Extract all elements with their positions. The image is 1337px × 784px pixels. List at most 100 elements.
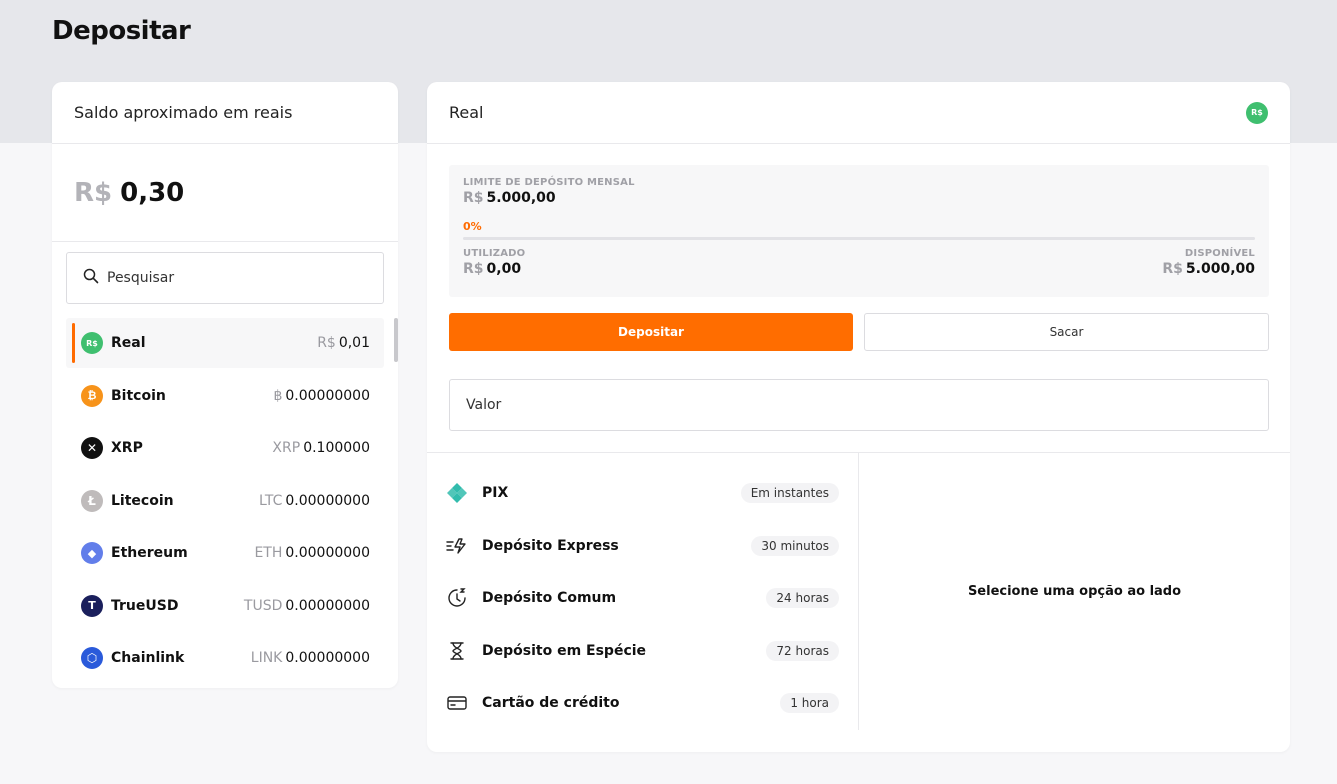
method-time-badge: 1 hora — [780, 693, 839, 714]
used-amount: 0,00 — [486, 261, 522, 277]
coin-row-chainlink[interactable]: ⬡ Chainlink LINK 0.00000000 — [66, 633, 384, 683]
page-title: Depositar — [52, 16, 191, 46]
real-icon: R$ — [1246, 101, 1268, 124]
method-credit-card[interactable]: Cartão de crédito 1 hora — [445, 677, 839, 730]
coin-balance: TUSD 0.00000000 — [244, 598, 370, 614]
limit-summary: UTILIZADO R$ 0,00 DISPONÍVEL R$ 5.000,00 — [463, 248, 1255, 277]
coin-amount: 0.00000000 — [285, 597, 370, 614]
coin-symbol: XRP — [272, 440, 301, 456]
method-time-badge: 72 horas — [766, 640, 839, 661]
coin-symbol: ETH — [254, 545, 283, 561]
available-symbol: R$ — [1162, 261, 1183, 277]
coin-amount: 0,01 — [338, 335, 370, 351]
coin-symbol: LTC — [258, 492, 283, 509]
coin-amount: 0.00000000 — [285, 545, 370, 561]
limit-symbol: R$ — [463, 190, 484, 206]
available-label: DISPONÍVEL — [1184, 248, 1255, 259]
coin-list-scrollbar[interactable] — [394, 318, 398, 362]
express-icon — [445, 534, 469, 558]
balance-currency: R$ — [74, 177, 113, 208]
method-pix[interactable]: PIX Em instantes — [445, 467, 839, 520]
limit-label: LIMITE DE DEPÓSITO MENSAL — [463, 177, 635, 188]
coin-list: R$ Real R$ 0,01 ₿ Bitcoin ฿ 0.00000000 ✕ X… — [66, 318, 384, 686]
used-block: UTILIZADO R$ 0,00 — [463, 248, 525, 277]
search-icon — [83, 268, 99, 288]
limit-amount: 5.000,00 — [486, 190, 556, 206]
balance-card-header: Saldo aproximado em reais — [52, 82, 398, 144]
used-label: UTILIZADO — [463, 248, 526, 259]
coin-row-trueusd[interactable]: T TrueUSD TUSD 0.00000000 — [66, 581, 384, 631]
coin-row-ethereum[interactable]: ◆ Ethereum ETH 0.00000000 — [66, 528, 384, 578]
available-amount: 5.000,00 — [1185, 261, 1255, 277]
available-block: DISPONÍVEL R$ 5.000,00 — [1162, 248, 1255, 277]
search-input[interactable] — [107, 270, 367, 286]
coin-row-bitcoin[interactable]: ₿ Bitcoin ฿ 0.00000000 — [66, 371, 384, 421]
limit-percent: 0% — [463, 220, 482, 233]
method-name: Cartão de crédito — [482, 695, 620, 712]
available-value: R$ 5.000,00 — [1162, 261, 1255, 277]
method-especie[interactable]: Depósito em Espécie 72 horas — [445, 625, 839, 678]
limit-progress-bar — [463, 237, 1255, 240]
method-express[interactable]: Depósito Express 30 minutos — [445, 520, 839, 573]
trueusd-icon: T — [81, 594, 103, 617]
coin-balance: XRP 0.100000 — [272, 440, 370, 456]
coin-balance: R$ 0,01 — [317, 335, 370, 351]
credit-card-icon — [445, 691, 469, 715]
chainlink-icon: ⬡ — [81, 647, 103, 669]
coin-symbol: ฿ — [273, 387, 283, 404]
used-value: R$ 0,00 — [463, 261, 525, 277]
search-field[interactable] — [66, 252, 384, 304]
coin-amount: 0.100000 — [303, 440, 370, 456]
coin-symbol: LINK — [250, 650, 283, 666]
clock-icon — [445, 586, 469, 610]
total-balance: R$ 0,30 — [52, 144, 398, 242]
method-time-badge: 30 minutos — [751, 535, 839, 556]
pix-icon — [445, 481, 469, 505]
real-icon: R$ — [81, 332, 103, 354]
select-option-message: Selecione uma opção ao lado — [967, 584, 1182, 599]
method-name: PIX — [482, 485, 509, 502]
amount-input[interactable] — [466, 397, 1246, 413]
coin-row-real[interactable]: R$ Real R$ 0,01 — [66, 318, 384, 368]
coin-balance: LINK 0.00000000 — [251, 650, 370, 666]
coin-symbol: TUSD — [243, 597, 283, 614]
withdraw-tab-button[interactable]: Sacar — [864, 313, 1269, 351]
xrp-icon: ✕ — [81, 437, 103, 459]
selected-currency-title: Real — [449, 103, 484, 122]
method-time-badge: Em instantes — [740, 483, 839, 504]
coin-amount: 0.00000000 — [285, 650, 370, 666]
coin-amount: 0.00000000 — [285, 492, 370, 509]
coin-name: Bitcoin — [111, 387, 166, 404]
coin-row-litecoin[interactable]: Ł Litecoin LTC 0.00000000 — [66, 476, 384, 526]
used-symbol: R$ — [463, 261, 484, 277]
coin-balance: ฿ 0.00000000 — [273, 388, 370, 404]
method-name: Depósito Express — [482, 537, 619, 554]
deposit-tab-button[interactable]: Depositar — [449, 313, 853, 351]
coin-name: Litecoin — [111, 492, 174, 509]
coin-balance: LTC 0.00000000 — [259, 493, 370, 509]
deposit-limit-box: LIMITE DE DEPÓSITO MENSAL R$ 5.000,00 0% … — [449, 165, 1269, 297]
method-name: Depósito Comum — [482, 590, 617, 607]
method-comum[interactable]: Depósito Comum 24 horas — [445, 572, 839, 625]
limit-value: R$ 5.000,00 — [463, 190, 1255, 206]
coin-name: TrueUSD — [111, 597, 179, 614]
ethereum-icon: ◆ — [81, 542, 103, 564]
deposit-methods: PIX Em instantes Depósito Express 30 min… — [445, 467, 839, 730]
coin-name: XRP — [111, 440, 143, 456]
coin-row-xrp[interactable]: ✕ XRP XRP 0.100000 — [66, 423, 384, 473]
litecoin-icon: Ł — [81, 489, 103, 512]
coin-name: Chainlink — [111, 650, 185, 666]
hourglass-icon — [445, 639, 469, 663]
balance-card: Saldo aproximado em reais R$ 0,30 R$ Rea… — [52, 82, 398, 688]
method-time-badge: 24 horas — [766, 588, 839, 609]
coin-name: Real — [111, 335, 146, 351]
coin-amount: 0.00000000 — [285, 387, 370, 404]
deposit-card: Real R$ LIMITE DE DEPÓSITO MENSAL R$ 5.00… — [427, 82, 1290, 752]
coin-name: Ethereum — [111, 545, 188, 561]
coin-symbol: R$ — [317, 335, 336, 351]
amount-field[interactable] — [449, 379, 1269, 431]
coin-balance: ETH 0.00000000 — [254, 545, 370, 561]
bitcoin-icon: ₿ — [81, 384, 103, 407]
method-name: Depósito em Espécie — [482, 642, 647, 659]
balance-value: 0,30 — [120, 177, 185, 208]
